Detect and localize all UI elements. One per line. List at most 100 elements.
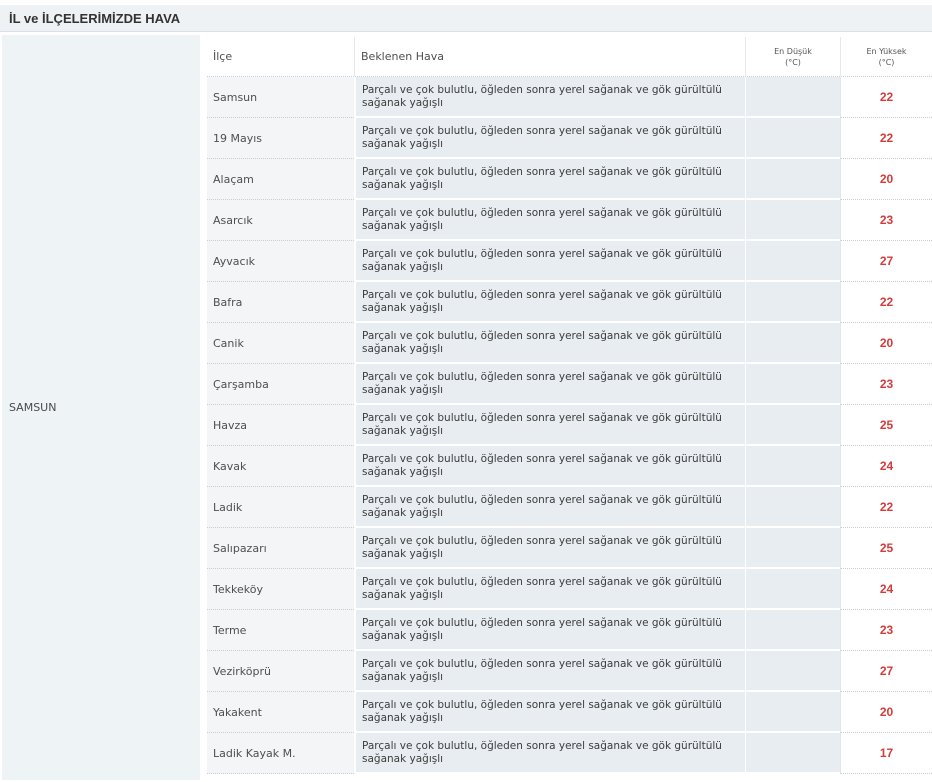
max-temperature: 25: [879, 418, 894, 432]
table-row: Çarşamba Parçalı ve çok bulutlu, öğleden …: [207, 364, 932, 405]
weather-description: Parçalı ve çok bulutlu, öğleden sonra ye…: [354, 651, 745, 692]
max-temperature-cell: 24: [840, 446, 932, 487]
max-temperature: 20: [879, 705, 894, 719]
max-temperature-cell: 27: [840, 241, 932, 282]
district-name: Kavak: [207, 446, 354, 487]
district-name: 19 Mayıs: [207, 118, 354, 159]
province-cell: SAMSUN: [2, 35, 200, 780]
weather-description: Parçalı ve çok bulutlu, öğleden sonra ye…: [354, 118, 745, 159]
max-temperature: 20: [879, 336, 894, 350]
table-row: Asarcık Parçalı ve çok bulutlu, öğleden s…: [207, 200, 932, 241]
max-temperature: 20: [879, 172, 894, 186]
max-temperature: 22: [879, 131, 894, 145]
weather-description: Parçalı ve çok bulutlu, öğleden sonra ye…: [354, 610, 745, 651]
weather-description: Parçalı ve çok bulutlu, öğleden sonra ye…: [354, 405, 745, 446]
min-temperature: [745, 651, 840, 692]
column-header-min-unit: (°C): [785, 57, 801, 67]
table-row: Bafra Parçalı ve çok bulutlu, öğleden son…: [207, 282, 932, 323]
table-row: Yakakent Parçalı ve çok bulutlu, öğleden …: [207, 692, 932, 733]
table-header-row: İlçe Beklenen Hava En Düşük (°C) En Yüks…: [207, 37, 932, 77]
min-temperature: [745, 569, 840, 610]
min-temperature: [745, 610, 840, 651]
max-temperature-cell: 25: [840, 405, 932, 446]
min-temperature: [745, 733, 840, 774]
min-temperature: [745, 159, 840, 200]
min-temperature: [745, 405, 840, 446]
table-row: Tekkeköy Parçalı ve çok bulutlu, öğleden …: [207, 569, 932, 610]
column-header-max-unit: (°C): [878, 57, 895, 67]
column-header-min: En Düşük (°C): [745, 37, 840, 76]
min-temperature: [745, 487, 840, 528]
max-temperature-cell: 20: [840, 159, 932, 200]
table-row: Kavak Parçalı ve çok bulutlu, öğleden son…: [207, 446, 932, 487]
max-temperature-cell: 22: [840, 282, 932, 323]
district-name: Yakakent: [207, 692, 354, 733]
district-name: Samsun: [207, 77, 354, 118]
min-temperature: [745, 241, 840, 282]
district-name: Canik: [207, 323, 354, 364]
min-temperature: [745, 364, 840, 405]
table-row: Havza Parçalı ve çok bulutlu, öğleden son…: [207, 405, 932, 446]
table-row: 19 Mayıs Parçalı ve çok bulutlu, öğleden …: [207, 118, 932, 159]
max-temperature: 22: [879, 90, 894, 104]
district-name: Terme: [207, 610, 354, 651]
max-temperature: 24: [879, 459, 894, 473]
section-header: İL ve İLÇELERİMİZDE HAVA: [0, 5, 932, 32]
table-row: Ayvacık Parçalı ve çok bulutlu, öğleden s…: [207, 241, 932, 282]
max-temperature-cell: 17: [840, 733, 932, 774]
table-row: Terme Parçalı ve çok bulutlu, öğleden son…: [207, 610, 932, 651]
table-row: Ladik Kayak M. Parçalı ve çok bulutlu, öğ…: [207, 733, 932, 774]
max-temperature-cell: 24: [840, 569, 932, 610]
max-temperature-cell: 22: [840, 487, 932, 528]
weather-description: Parçalı ve çok bulutlu, öğleden sonra ye…: [354, 77, 745, 118]
district-name: Havza: [207, 405, 354, 446]
max-temperature: 27: [879, 664, 894, 678]
min-temperature: [745, 323, 840, 364]
table-row: Samsun Parçalı ve çok bulutlu, öğleden so…: [207, 77, 932, 118]
max-temperature-cell: 27: [840, 651, 932, 692]
table-row: Canik Parçalı ve çok bulutlu, öğleden son…: [207, 323, 932, 364]
column-header-district: İlçe: [207, 37, 354, 76]
weather-description: Parçalı ve çok bulutlu, öğleden sonra ye…: [354, 282, 745, 323]
weather-description: Parçalı ve çok bulutlu, öğleden sonra ye…: [354, 528, 745, 569]
table-row: Ladik Parçalı ve çok bulutlu, öğleden son…: [207, 487, 932, 528]
max-temperature: 22: [879, 295, 894, 309]
max-temperature: 22: [879, 500, 894, 514]
max-temperature-cell: 25: [840, 528, 932, 569]
column-header-max-label: En Yüksek: [866, 46, 907, 56]
table-row: Alaçam Parçalı ve çok bulutlu, öğleden so…: [207, 159, 932, 200]
forecast-table: İlçe Beklenen Hava En Düşük (°C) En Yüks…: [207, 37, 932, 774]
weather-description: Parçalı ve çok bulutlu, öğleden sonra ye…: [354, 487, 745, 528]
table-row: Salıpazarı Parçalı ve çok bulutlu, öğlede…: [207, 528, 932, 569]
district-name: Ayvacık: [207, 241, 354, 282]
max-temperature-cell: 23: [840, 610, 932, 651]
table-body: Samsun Parçalı ve çok bulutlu, öğleden so…: [207, 77, 932, 774]
weather-description: Parçalı ve çok bulutlu, öğleden sonra ye…: [354, 692, 745, 733]
min-temperature: [745, 528, 840, 569]
district-name: Çarşamba: [207, 364, 354, 405]
min-temperature: [745, 200, 840, 241]
weather-description: Parçalı ve çok bulutlu, öğleden sonra ye…: [354, 241, 745, 282]
max-temperature-cell: 22: [840, 118, 932, 159]
district-name: Ladik: [207, 487, 354, 528]
max-temperature: 25: [879, 541, 894, 555]
min-temperature: [745, 77, 840, 118]
max-temperature-cell: 23: [840, 200, 932, 241]
max-temperature-cell: 23: [840, 364, 932, 405]
weather-description: Parçalı ve çok bulutlu, öğleden sonra ye…: [354, 200, 745, 241]
min-temperature: [745, 692, 840, 733]
weather-description: Parçalı ve çok bulutlu, öğleden sonra ye…: [354, 364, 745, 405]
max-temperature: 23: [879, 377, 894, 391]
column-header-weather: Beklenen Hava: [354, 37, 745, 76]
district-name: Ladik Kayak M.: [207, 733, 354, 774]
weather-description: Parçalı ve çok bulutlu, öğleden sonra ye…: [354, 323, 745, 364]
district-name: Alaçam: [207, 159, 354, 200]
column-header-max: En Yüksek (°C): [840, 37, 932, 76]
max-temperature: 27: [879, 254, 894, 268]
section-title: İL ve İLÇELERİMİZDE HAVA: [9, 10, 181, 26]
district-name: Asarcık: [207, 200, 354, 241]
weather-description: Parçalı ve çok bulutlu, öğleden sonra ye…: [354, 733, 745, 774]
weather-description: Parçalı ve çok bulutlu, öğleden sonra ye…: [354, 446, 745, 487]
max-temperature: 17: [879, 746, 894, 760]
min-temperature: [745, 118, 840, 159]
